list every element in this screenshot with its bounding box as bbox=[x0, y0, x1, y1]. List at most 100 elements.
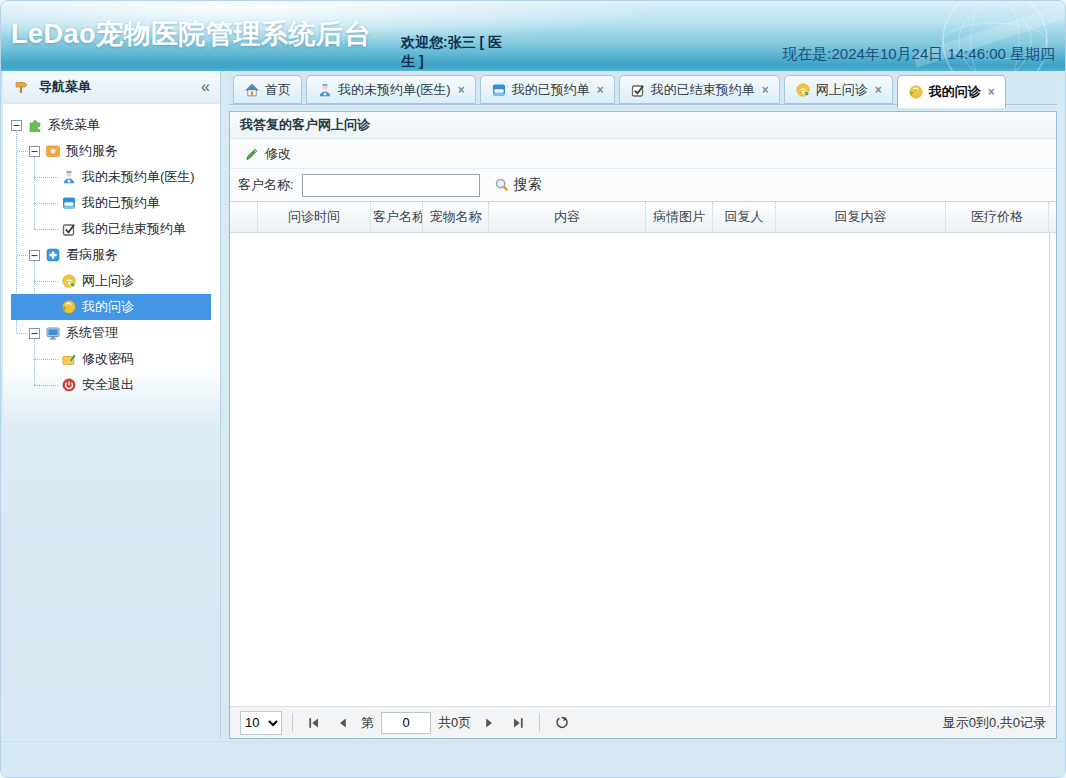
nav-tree: 系统菜单 预约服务 我的未预约单(医生) 我的已预约单 我的已结束预约单 bbox=[3, 104, 220, 398]
tree-node-label: 我的未预约单(医生) bbox=[82, 168, 195, 186]
tab-strip: 首页 我的未预约单(医生) × 我的已预约单 × 我的已结束预约单 × 网上问诊… bbox=[229, 71, 1057, 105]
tree-node-label: 系统菜单 bbox=[48, 116, 100, 134]
tab-close-icon[interactable]: × bbox=[458, 84, 465, 96]
tree-node-logout[interactable]: 安全退出 bbox=[11, 372, 211, 398]
tree-node-my-finished[interactable]: 我的已结束预约单 bbox=[11, 216, 211, 242]
page-size-select[interactable]: 10 bbox=[240, 711, 282, 735]
page-suffix-label: 共0页 bbox=[438, 714, 471, 732]
search-button[interactable]: 搜索 bbox=[494, 176, 542, 194]
sidebar-collapse-button[interactable]: « bbox=[201, 78, 210, 96]
grid-header: 问诊时间 客户名称 宠物名称 内容 病情图片 回复人 回复内容 医疗价格 bbox=[230, 202, 1056, 233]
collapse-box-icon[interactable] bbox=[29, 328, 40, 339]
doctor-icon bbox=[317, 82, 333, 98]
collapse-box-icon[interactable] bbox=[29, 146, 40, 157]
tree-node-system-manage[interactable]: 系统管理 bbox=[11, 320, 211, 346]
prev-page-button[interactable] bbox=[332, 712, 354, 734]
grid-column-header bbox=[230, 202, 258, 232]
puzzle-icon bbox=[27, 117, 43, 133]
welcome-text: 欢迎您:张三 [ 医生 ] bbox=[401, 33, 513, 71]
logout-icon bbox=[61, 377, 77, 393]
collapse-box-icon[interactable] bbox=[29, 250, 40, 261]
edit-button-label: 修改 bbox=[265, 145, 291, 163]
tree-node-label: 系统管理 bbox=[66, 324, 118, 342]
medical-icon bbox=[45, 247, 61, 263]
pager: 10 第 共0页 显示0到0,共0记录 bbox=[230, 706, 1056, 738]
tab-label: 网上问诊 bbox=[816, 81, 868, 99]
tab-label: 我的已预约单 bbox=[512, 81, 590, 99]
next-page-button[interactable] bbox=[478, 712, 500, 734]
grid-column-header[interactable]: 客户名称 bbox=[371, 202, 423, 232]
header-banner: LeDao宠物医院管理系统后台 欢迎您:张三 [ 医生 ] 现在是:2024年1… bbox=[1, 1, 1065, 71]
tab-home[interactable]: 首页 bbox=[233, 75, 302, 104]
tab-online-consult[interactable]: 网上问诊 × bbox=[784, 75, 893, 104]
reservation-icon bbox=[45, 143, 61, 159]
my-consult-icon bbox=[61, 299, 77, 315]
pager-separator bbox=[539, 713, 540, 732]
tree-node-label: 看病服务 bbox=[66, 246, 118, 264]
home-icon bbox=[244, 82, 260, 98]
grid-column-header[interactable]: 病情图片 bbox=[646, 202, 713, 232]
sidebar-header: 导航菜单 « bbox=[3, 71, 220, 104]
grid-column-header[interactable]: 内容 bbox=[489, 202, 646, 232]
tab-close-icon[interactable]: × bbox=[988, 86, 995, 98]
monitor-icon bbox=[45, 325, 61, 341]
tree-node-change-password[interactable]: 修改密码 bbox=[11, 346, 211, 372]
tab-label: 首页 bbox=[265, 81, 291, 99]
tree-node-my-reserved[interactable]: 我的已预约单 bbox=[11, 190, 211, 216]
tree-node-system-menu[interactable]: 系统菜单 bbox=[11, 112, 211, 138]
badge-icon bbox=[491, 82, 507, 98]
my-consult-icon bbox=[908, 84, 924, 100]
pager-summary: 显示0到0,共0记录 bbox=[943, 714, 1046, 732]
grid-right-edge bbox=[1049, 233, 1050, 706]
tree-node-reservation-service[interactable]: 预约服务 bbox=[11, 138, 211, 164]
customer-name-input[interactable] bbox=[302, 174, 480, 197]
tree-node-label: 我的已预约单 bbox=[82, 194, 160, 212]
next-page-icon bbox=[481, 715, 497, 731]
online-consult-icon bbox=[795, 82, 811, 98]
pencil-icon bbox=[244, 146, 260, 162]
password-icon bbox=[61, 351, 77, 367]
prev-page-icon bbox=[335, 715, 351, 731]
doctor-icon bbox=[61, 169, 77, 185]
content-panel: 我答复的客户网上问诊 修改 客户名称: 搜索 问诊时间 客户名称 宠物名称 bbox=[229, 111, 1057, 739]
grid-column-header[interactable]: 宠物名称 bbox=[423, 202, 489, 232]
checkbox-icon bbox=[61, 221, 77, 237]
current-datetime: 现在是:2024年10月24日 14:46:00 星期四 bbox=[782, 45, 1055, 64]
toolbar: 修改 bbox=[230, 139, 1056, 169]
tree-node-my-consult[interactable]: 我的问诊 bbox=[11, 294, 211, 320]
search-bar: 客户名称: 搜索 bbox=[230, 169, 1056, 202]
sidebar: 导航菜单 « 系统菜单 预约服务 bbox=[3, 71, 221, 739]
tab-my-unreserved[interactable]: 我的未预约单(医生) × bbox=[306, 75, 476, 104]
edit-button[interactable]: 修改 bbox=[238, 143, 297, 165]
tab-my-finished[interactable]: 我的已结束预约单 × bbox=[619, 75, 780, 104]
grid-column-header[interactable]: 问诊时间 bbox=[258, 202, 371, 232]
tree-node-online-consult[interactable]: 网上问诊 bbox=[11, 268, 211, 294]
tab-my-consult[interactable]: 我的问诊 × bbox=[897, 75, 1006, 108]
signpost-icon bbox=[13, 79, 29, 95]
grid-column-header[interactable]: 回复内容 bbox=[776, 202, 946, 232]
refresh-button[interactable] bbox=[550, 712, 572, 734]
search-button-label: 搜索 bbox=[514, 176, 542, 194]
grid-column-header[interactable]: 医疗价格 bbox=[946, 202, 1049, 232]
collapse-box-icon[interactable] bbox=[11, 120, 22, 131]
last-page-button[interactable] bbox=[507, 712, 529, 734]
grid-body bbox=[230, 233, 1056, 706]
page-number-input[interactable] bbox=[381, 712, 431, 734]
magnifier-icon bbox=[494, 177, 510, 193]
checkbox-icon bbox=[630, 82, 646, 98]
page-prefix-label: 第 bbox=[361, 714, 374, 732]
refresh-icon bbox=[553, 715, 569, 731]
app-window: LeDao宠物医院管理系统后台 欢迎您:张三 [ 医生 ] 现在是:2024年1… bbox=[0, 0, 1066, 778]
tab-my-reserved[interactable]: 我的已预约单 × bbox=[480, 75, 615, 104]
grid-column-header[interactable]: 回复人 bbox=[713, 202, 776, 232]
tab-label: 我的已结束预约单 bbox=[651, 81, 755, 99]
tree-node-my-unreserved[interactable]: 我的未预约单(医生) bbox=[11, 164, 211, 190]
tree-node-label: 安全退出 bbox=[82, 376, 134, 394]
badge-icon bbox=[61, 195, 77, 211]
tab-close-icon[interactable]: × bbox=[762, 84, 769, 96]
tree-node-medical-service[interactable]: 看病服务 bbox=[11, 242, 211, 268]
tab-close-icon[interactable]: × bbox=[597, 84, 604, 96]
search-label: 客户名称: bbox=[238, 176, 294, 194]
first-page-button[interactable] bbox=[303, 712, 325, 734]
tab-close-icon[interactable]: × bbox=[875, 84, 882, 96]
